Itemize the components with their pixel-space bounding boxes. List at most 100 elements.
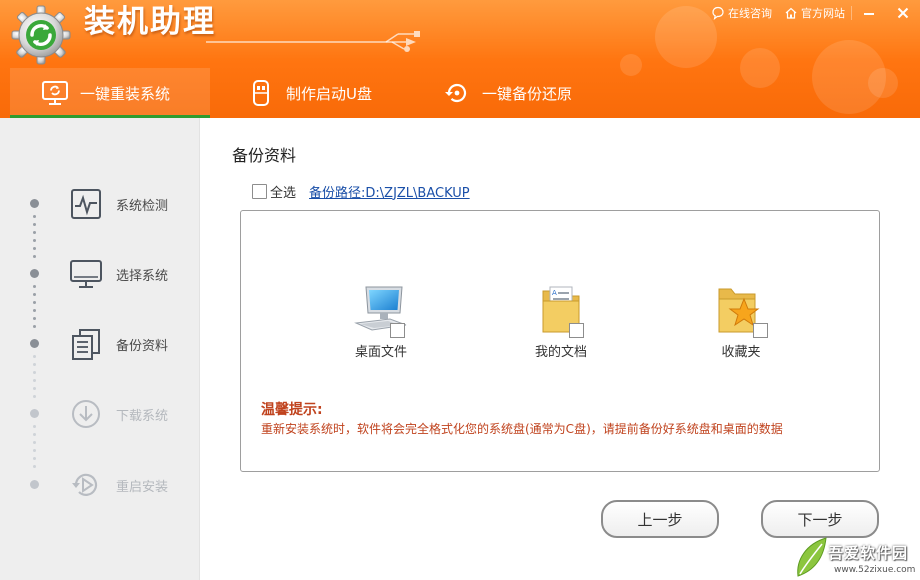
step-connector	[33, 433, 36, 436]
gear-logo-icon	[11, 5, 71, 65]
select-all-checkbox[interactable]	[252, 183, 267, 199]
watermark-url: www.52zixue.com	[834, 565, 916, 575]
documents-icon	[68, 326, 104, 362]
restart-icon	[68, 467, 104, 503]
step-connector	[33, 223, 36, 226]
item-checkbox[interactable]	[390, 323, 405, 338]
step-backup-data: 备份资料	[68, 326, 168, 362]
step-connector	[33, 309, 36, 312]
decor-bubble	[868, 68, 898, 98]
step-connector	[33, 285, 36, 288]
step-label: 选择系统	[116, 268, 169, 284]
tip-text: 重新安装系统时，软件将会完全格式化您的系统盘(通常为C盘)，请提前备份好系统盘和…	[261, 422, 783, 436]
tip-title: 温馨提示:	[261, 402, 323, 418]
select-row: 全选 备份路径:D:\ZJZL\BACKUP	[252, 181, 470, 201]
usb-drive-icon	[246, 78, 276, 108]
step-connector	[33, 449, 36, 452]
page-title: 备份资料	[232, 146, 297, 165]
step-dot	[30, 409, 39, 418]
tab-make-usb-label: 制作启动U盘	[286, 84, 372, 103]
official-website-link[interactable]: 官方网站	[778, 0, 851, 26]
item-checkbox[interactable]	[753, 323, 768, 338]
step-dot	[30, 480, 39, 489]
step-connector	[33, 293, 36, 296]
download-icon	[68, 396, 104, 432]
app-logo	[10, 4, 72, 66]
step-dot	[30, 339, 39, 348]
backup-path-link[interactable]: 备份路径:D:\ZJZL\BACKUP	[309, 182, 470, 201]
usb-trident-icon	[206, 31, 420, 52]
step-label: 备份资料	[116, 338, 169, 354]
online-consult-label: 在线咨询	[728, 7, 772, 20]
backup-restore-icon	[442, 78, 472, 108]
step-label: 重启安装	[116, 479, 169, 495]
backup-item-favorites[interactable]: 收藏夹	[686, 283, 796, 360]
item-label: 桌面文件	[354, 345, 407, 360]
step-connector	[33, 247, 36, 250]
backup-item-desktop[interactable]: 桌面文件	[326, 283, 436, 360]
main-tabs: 一键重装系统 制作启动U盘 一键备份还原	[10, 68, 610, 118]
step-connector	[33, 215, 36, 218]
steps-sidebar: 系统检测 选择系统 备份资料 下载系统 重启安装	[0, 118, 200, 580]
step-label: 系统检测	[116, 198, 169, 214]
step-restart-install: 重启安装	[68, 467, 168, 503]
step-connector	[33, 239, 36, 242]
app-title: 装机助理	[84, 4, 216, 40]
svg-text:A: A	[552, 289, 557, 297]
step-connector	[33, 325, 36, 328]
item-checkbox[interactable]	[569, 323, 584, 338]
step-connector	[33, 425, 36, 428]
step-system-check: 系统检测	[68, 186, 168, 222]
watermark: 吾爱软件园 www.52zixue.com	[788, 532, 920, 580]
tab-reinstall-system[interactable]: 一键重装系统	[10, 68, 210, 118]
favorites-folder-icon	[686, 283, 796, 337]
select-all-label[interactable]: 全选	[270, 182, 296, 201]
monitor-pulse-icon	[68, 186, 104, 222]
step-connector	[33, 231, 36, 234]
step-connector	[33, 363, 36, 366]
prev-button[interactable]: 上一步	[601, 500, 719, 538]
step-connector	[33, 395, 36, 398]
step-connector	[33, 465, 36, 468]
close-button[interactable]	[886, 0, 920, 26]
close-icon	[897, 7, 909, 19]
item-label: 我的文档	[534, 345, 587, 360]
step-dot	[30, 199, 39, 208]
documents-folder-icon: A	[506, 283, 616, 337]
minimize-icon	[864, 13, 874, 15]
step-connector	[33, 301, 36, 304]
item-label: 收藏夹	[721, 345, 761, 360]
step-connector	[33, 457, 36, 460]
step-label: 下载系统	[116, 408, 169, 424]
home-icon	[785, 7, 797, 19]
backup-item-documents[interactable]: A 我的文档	[506, 283, 616, 360]
monitor-refresh-icon	[40, 78, 70, 108]
watermark-text: 吾爱软件园	[828, 544, 909, 562]
app-header: 装机助理 在线咨询 官方网站 一键重装系统 制作启动U盘 一键备份还原	[0, 0, 920, 118]
step-select-system: 选择系统	[68, 256, 168, 292]
chat-bubble-icon	[712, 6, 724, 20]
leaf-logo-icon	[797, 537, 827, 577]
backup-items-panel: 桌面文件 A 我的文档 收藏夹 温馨提示: 重新安装系统时，软件将会完全格式化您…	[240, 210, 880, 472]
step-connector	[33, 371, 36, 374]
step-download-system: 下载系统	[68, 396, 168, 432]
minimize-button[interactable]	[852, 0, 886, 26]
decor-bubble	[740, 48, 780, 88]
top-links: 在线咨询 官方网站	[705, 0, 920, 26]
step-connector	[33, 317, 36, 320]
official-website-label: 官方网站	[801, 7, 845, 20]
desktop-icon	[68, 256, 104, 292]
computer-icon	[326, 283, 436, 337]
tab-backup-label: 一键备份还原	[482, 84, 573, 103]
online-consult-link[interactable]: 在线咨询	[705, 0, 778, 26]
step-connector	[33, 441, 36, 444]
step-connector	[33, 387, 36, 390]
tab-reinstall-label: 一键重装系统	[80, 84, 171, 103]
tab-make-usb[interactable]: 制作启动U盘	[210, 68, 410, 118]
step-dot	[30, 269, 39, 278]
tab-backup-restore[interactable]: 一键备份还原	[410, 68, 610, 118]
step-connector	[33, 255, 36, 258]
decor-bubble	[620, 54, 642, 76]
step-connector	[33, 379, 36, 382]
step-connector	[33, 355, 36, 358]
